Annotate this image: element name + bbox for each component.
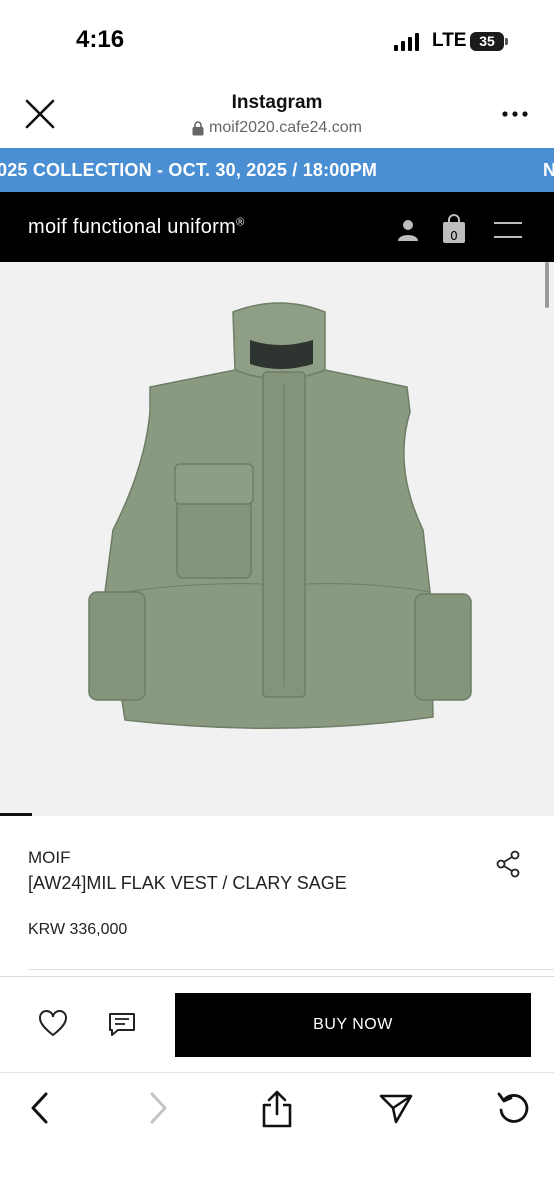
product-brand: MOIF [28, 848, 71, 867]
reload-icon[interactable] [496, 1090, 532, 1126]
buy-now-button[interactable]: BUY NOW [175, 993, 531, 1057]
hamburger-menu-icon[interactable] [494, 222, 522, 238]
product-name: [AW24]MIL FLAK VEST / CLARY SAGE [28, 873, 347, 893]
screen: 4:16 LTE 35 Instagram moif2020.cafe24.co… [0, 0, 554, 1200]
divider [0, 1072, 554, 1073]
registered-mark: ® [236, 216, 245, 229]
page-scrollbar[interactable] [545, 262, 549, 308]
announcement-banner[interactable]: 025 COLLECTION - OCT. 30, 2025 / 18:00PM… [0, 148, 554, 192]
divider [0, 976, 554, 977]
send-icon[interactable] [378, 1090, 414, 1126]
browser-url: moif2020.cafe24.com [209, 119, 362, 136]
network-type: LTE [432, 30, 467, 51]
battery-tip [505, 38, 508, 45]
banner-text: 025 COLLECTION - OCT. 30, 2025 / 18:00PM [0, 160, 378, 180]
browser-header: Instagram moif2020.cafe24.com [0, 80, 554, 148]
banner-text-next: N [543, 160, 554, 180]
product-price: KRW 336,000 [28, 921, 128, 938]
forward-icon [150, 1092, 167, 1124]
heart-icon[interactable] [38, 1010, 68, 1038]
product-image-carousel[interactable] [0, 262, 554, 816]
status-time: 4:16 [76, 26, 125, 53]
user-icon[interactable] [396, 218, 420, 242]
battery-icon: 35 [470, 32, 504, 51]
carousel-indicator [0, 813, 32, 816]
site-header: moif functional uniform® [0, 192, 554, 262]
back-icon[interactable] [28, 1090, 52, 1126]
share-upload-icon[interactable] [261, 1090, 293, 1128]
site-logo-text: moif functional uniform [28, 216, 237, 238]
cellular-signal-icon [394, 33, 419, 51]
cart-count: 0 [450, 229, 458, 243]
product-image[interactable] [85, 292, 475, 742]
browser-title-block: Instagram moif2020.cafe24.com [0, 92, 554, 141]
lock-icon [192, 120, 204, 135]
chat-icon[interactable] [108, 1012, 136, 1038]
site-logo[interactable]: moif functional uniform® [28, 216, 245, 239]
divider [28, 969, 554, 970]
browser-title: Instagram [231, 92, 323, 113]
share-icon[interactable] [496, 850, 522, 878]
url-row[interactable]: moif2020.cafe24.com [192, 119, 362, 137]
shopping-bag-icon[interactable]: 0 [442, 214, 466, 244]
status-bar: 4:16 LTE 35 [0, 0, 554, 80]
more-icon[interactable] [500, 108, 530, 120]
